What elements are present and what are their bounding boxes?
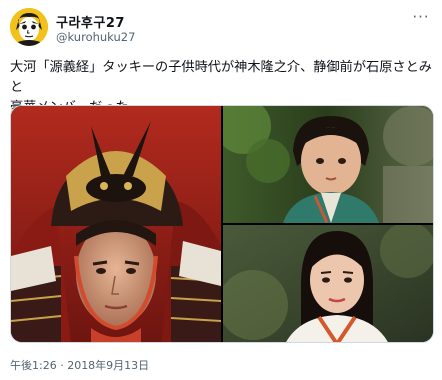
ellipsis-icon: ··· — [412, 8, 430, 26]
tweet-timestamp[interactable]: 午後1:26 · 2018年9月13日 — [10, 357, 149, 373]
media-grid — [10, 105, 434, 343]
more-options-button[interactable]: ··· — [410, 8, 432, 26]
avatar-face-icon — [10, 8, 48, 46]
media-image-2[interactable] — [223, 106, 433, 223]
tweet-text-line-1: 大河「源義経」タッキーの子供時代が神木隆之介、静御前が石原さとみと — [10, 60, 432, 95]
tweet-card: 구라후구27 @kurohuku27 ··· 大河「源義経」タッキーの子供時代が… — [0, 0, 442, 380]
child-photo — [223, 106, 433, 223]
media-image-1[interactable] — [11, 106, 221, 342]
user-handle[interactable]: @kurohuku27 — [56, 30, 135, 44]
media-image-3[interactable] — [223, 225, 433, 342]
user-avatar[interactable] — [10, 8, 48, 46]
actress-photo — [223, 225, 433, 342]
samurai-photo — [11, 106, 221, 342]
display-name[interactable]: 구라후구27 — [56, 12, 125, 31]
